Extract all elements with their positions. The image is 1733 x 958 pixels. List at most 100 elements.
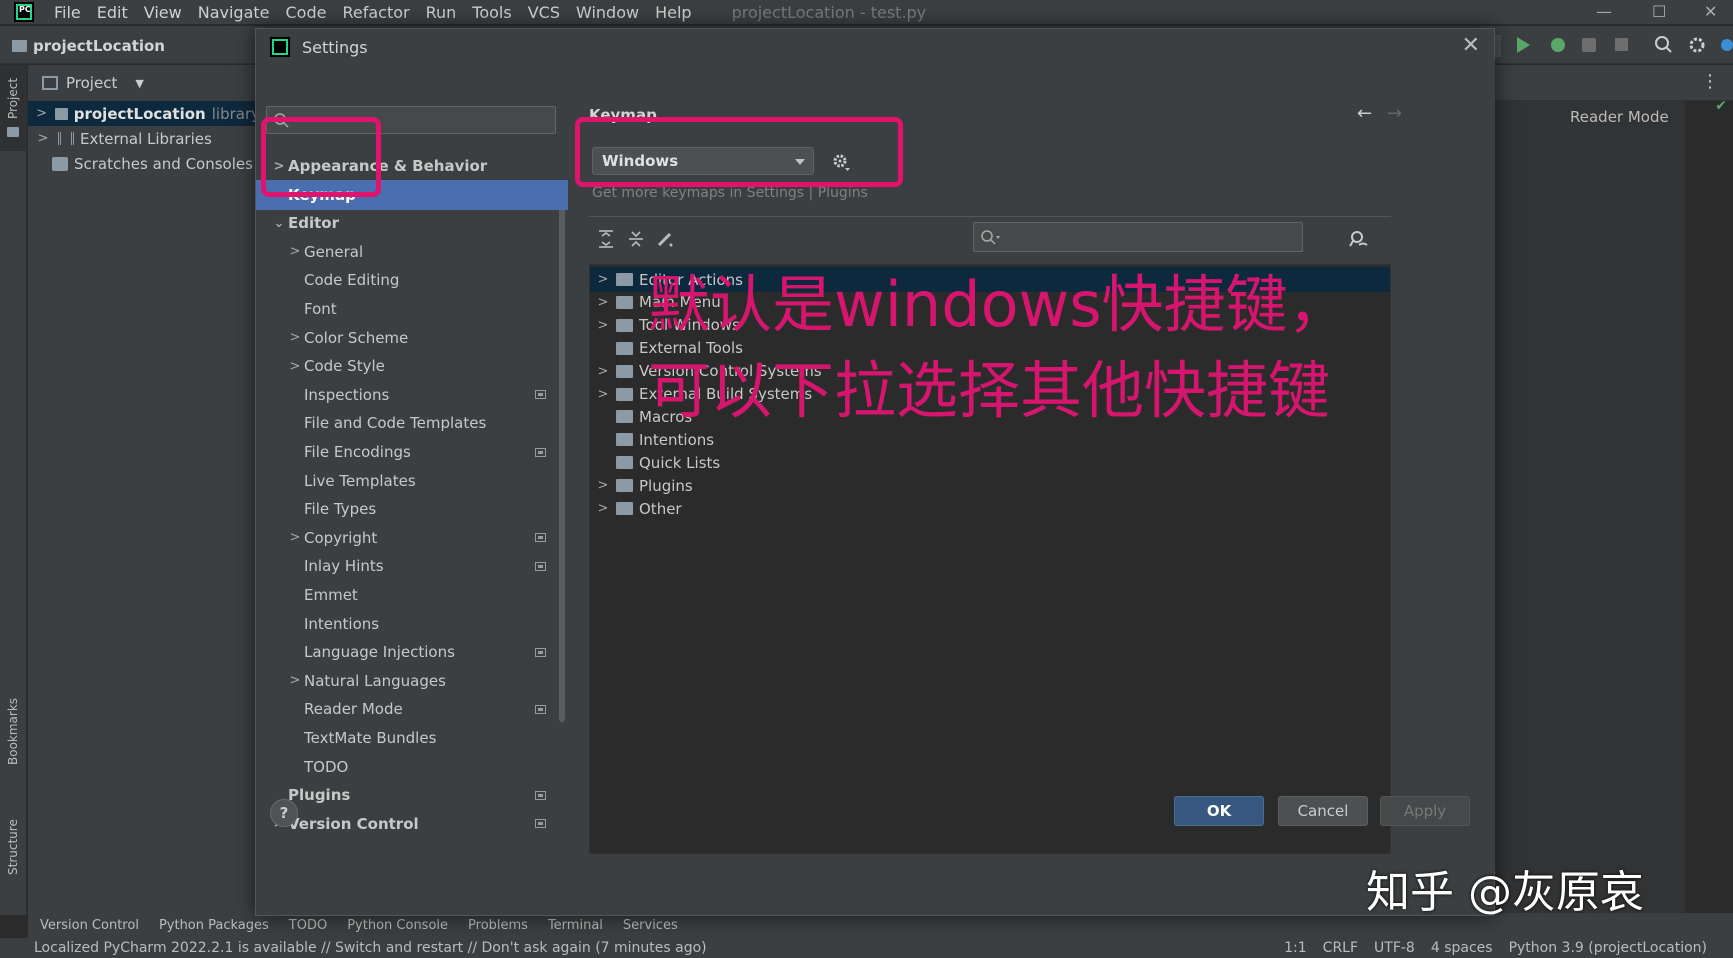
menu-refactor[interactable]: Refactor	[342, 3, 409, 22]
tab-problems[interactable]: Problems	[468, 918, 528, 933]
caret-position[interactable]: 1:1	[1284, 940, 1307, 956]
bookmarks-tool-label[interactable]: Bookmarks	[6, 698, 20, 765]
menu-code[interactable]: Code	[286, 3, 327, 22]
folder-icon	[616, 456, 633, 470]
menu-run[interactable]: Run	[426, 3, 457, 22]
sidebar-item-code-style[interactable]: > Code Style	[256, 351, 568, 381]
chevron-right-icon[interactable]: >	[590, 318, 616, 333]
chevron-right-icon[interactable]: >	[590, 364, 616, 379]
expand-all-icon[interactable]	[597, 229, 615, 249]
sidebar-item-natural-languages[interactable]: > Natural Languages	[256, 666, 568, 696]
line-separator[interactable]: CRLF	[1323, 940, 1358, 956]
sidebar-item-todo[interactable]: TODO	[256, 752, 568, 782]
tree-item-project-root[interactable]: > projectLocation library	[28, 101, 260, 126]
stop-icon	[1615, 38, 1628, 51]
project-tool-label[interactable]: Project	[6, 78, 20, 119]
status-message[interactable]: Localized PyCharm 2022.2.1 is available …	[34, 940, 707, 956]
tab-python-console[interactable]: Python Console	[347, 918, 448, 933]
action-group-quick-lists[interactable]: Quick Lists	[590, 450, 1390, 475]
indent-setting[interactable]: 4 spaces	[1431, 940, 1493, 956]
menu-window[interactable]: Window	[576, 3, 639, 22]
more-keymaps-hint[interactable]: Get more keymaps in Settings | Plugins	[592, 185, 868, 201]
edit-shortcut-icon[interactable]	[655, 229, 675, 249]
menu-help[interactable]: Help	[655, 3, 691, 22]
chevron-right-icon[interactable]: >	[590, 501, 616, 516]
project-panel-header[interactable]: Project ▼	[28, 65, 260, 101]
chevron-right-icon[interactable]: >	[286, 530, 304, 545]
project-level-icon	[535, 704, 546, 714]
sidebar-item-reader-mode[interactable]: Reader Mode	[256, 694, 568, 724]
close-icon[interactable]: ✕	[1462, 33, 1480, 58]
ok-button[interactable]: OK	[1174, 796, 1264, 826]
chevron-right-icon[interactable]: >	[590, 478, 616, 493]
sidebar-item-label: File Types	[304, 500, 377, 519]
folder-icon	[55, 107, 68, 120]
chevron-right-icon[interactable]: >	[34, 131, 52, 146]
run-icon	[1517, 37, 1530, 53]
sidebar-item-file-and-code-templates[interactable]: File and Code Templates	[256, 408, 568, 438]
close-window-icon[interactable]: ✕	[1704, 2, 1717, 21]
back-arrow-icon[interactable]: ←	[1357, 103, 1372, 124]
chevron-right-icon[interactable]: >	[34, 106, 49, 121]
menu-edit[interactable]: Edit	[97, 3, 128, 22]
menu-file[interactable]: File	[54, 3, 81, 22]
action-group-other[interactable]: > Other	[590, 496, 1390, 521]
sidebar-item-intentions[interactable]: Intentions	[256, 609, 568, 639]
file-encoding[interactable]: UTF-8	[1374, 940, 1415, 956]
action-group-plugins[interactable]: > Plugins	[590, 473, 1390, 498]
maximize-icon[interactable]: ☐	[1652, 2, 1666, 21]
chevron-down-icon[interactable]: ⌄	[270, 216, 288, 231]
menu-view[interactable]: View	[144, 3, 182, 22]
menu-tools[interactable]: Tools	[472, 3, 511, 22]
sidebar-item-live-templates[interactable]: Live Templates	[256, 466, 568, 496]
apply-button[interactable]: Apply	[1380, 796, 1470, 826]
help-button[interactable]: ?	[270, 799, 298, 827]
sidebar-item-emmet[interactable]: Emmet	[256, 580, 568, 610]
reader-mode-toggle[interactable]: Reader Mode	[1570, 108, 1669, 126]
sidebar-item-editor[interactable]: ⌄ Editor	[256, 208, 568, 238]
chevron-right-icon[interactable]: >	[286, 359, 304, 374]
sidebar-item-inlay-hints[interactable]: Inlay Hints	[256, 551, 568, 581]
tree-item-external-libraries[interactable]: > External Libraries	[28, 126, 260, 151]
sidebar-item-inspections[interactable]: Inspections	[256, 380, 568, 410]
sidebar-item-code-editing[interactable]: Code Editing	[256, 265, 568, 295]
sidebar-item-version-control[interactable]: >Version Control	[256, 809, 568, 839]
sidebar-item-general[interactable]: > General	[256, 237, 568, 267]
sidebar-item-file-types[interactable]: File Types	[256, 494, 568, 524]
chevron-right-icon[interactable]: >	[286, 330, 304, 345]
tab-todo[interactable]: TODO	[289, 918, 327, 933]
more-options-icon[interactable]: ⋮	[1701, 71, 1719, 92]
chevron-right-icon[interactable]: >	[590, 387, 616, 402]
chevron-right-icon[interactable]: >	[590, 295, 616, 310]
nav-project-breadcrumb[interactable]: projectLocation	[12, 37, 165, 55]
menu-vcs[interactable]: VCS	[528, 3, 560, 22]
chevron-right-icon[interactable]: >	[590, 272, 616, 287]
window-title: projectLocation - test.py	[731, 2, 927, 22]
chevron-right-icon[interactable]: >	[286, 673, 304, 688]
forward-arrow-icon[interactable]: →	[1387, 103, 1402, 124]
tree-item-scratches[interactable]: Scratches and Consoles	[28, 151, 260, 176]
tab-services[interactable]: Services	[623, 918, 678, 933]
sidebar-item-label: Natural Languages	[304, 671, 446, 690]
tab-python-packages[interactable]: Python Packages	[159, 918, 269, 933]
structure-tool-label[interactable]: Structure	[6, 819, 20, 875]
cancel-button[interactable]: Cancel	[1278, 796, 1368, 826]
minimize-icon[interactable]: —	[1596, 2, 1612, 21]
action-search-input[interactable]	[973, 222, 1303, 252]
collapse-all-icon[interactable]	[627, 229, 645, 249]
sidebar-item-plugins[interactable]: Plugins	[256, 780, 568, 810]
find-by-shortcut-icon[interactable]	[1347, 229, 1371, 251]
sidebar-item-textmate-bundles[interactable]: TextMate Bundles	[256, 723, 568, 753]
sidebar-item-file-encodings[interactable]: File Encodings	[256, 437, 568, 467]
sidebar-item-copyright[interactable]: > Copyright	[256, 523, 568, 553]
sidebar-item-font[interactable]: Font	[256, 294, 568, 324]
tab-version-control[interactable]: Version Control	[40, 918, 139, 933]
tab-terminal[interactable]: Terminal	[548, 918, 603, 933]
chevron-down-icon[interactable]: ▼	[135, 77, 143, 90]
sidebar-item-language-injections[interactable]: Language Injections	[256, 637, 568, 667]
menu-navigate[interactable]: Navigate	[198, 3, 270, 22]
project-level-icon	[535, 790, 546, 800]
chevron-right-icon[interactable]: >	[286, 244, 304, 259]
sidebar-item-color-scheme[interactable]: > Color Scheme	[256, 323, 568, 353]
python-interpreter[interactable]: Python 3.9 (projectLocation)	[1509, 940, 1707, 956]
